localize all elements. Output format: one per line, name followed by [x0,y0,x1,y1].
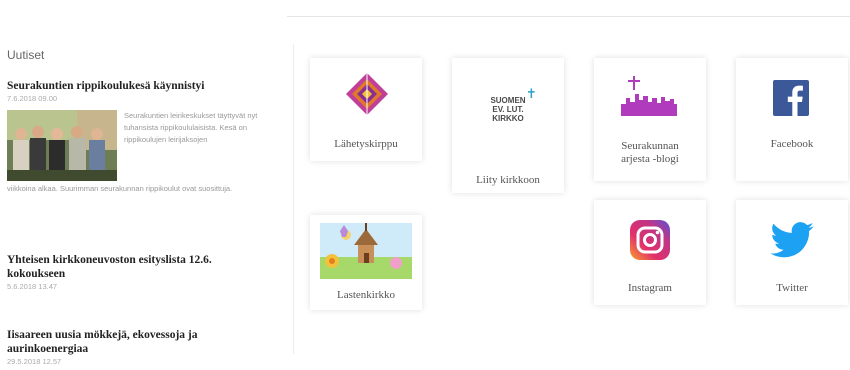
blog-skyline-icon [621,76,677,116]
tile-liity-kirkkoon-label: Liity kirkkoon [476,174,540,186]
kirkko-logo: ✝ SUOMEN EV. LUT. KIRKKO [452,87,564,123]
news-item-excerpt-continued: viikkoina alkaa. Suurimman seurakunnan r… [7,184,233,193]
tile-blogi-label-line: arjesta -blogi [621,153,679,165]
facebook-icon [773,80,809,116]
top-divider [287,16,850,17]
tile-liity-kirkkoon[interactable]: ✝ SUOMEN EV. LUT. KIRKKO Liity kirkkoon [452,58,564,193]
tile-twitter[interactable]: Twitter [736,200,848,305]
tile-facebook-label: Facebook [770,138,814,150]
twitter-icon [770,222,814,258]
news-item-title[interactable]: Seurakuntien rippikoulukesä käynnistyi [7,79,277,93]
news-item-date: 7.6.2018 09.00 [7,94,58,103]
tile-seurakunnan-blogi[interactable]: Seurakunnan arjesta -blogi [594,58,706,181]
news-section: Uutiset Seurakuntien rippikoulukesä käyn… [7,48,277,366]
lastenkirkko-drawing-icon [320,223,412,279]
tile-instagram[interactable]: Instagram [594,200,706,305]
news-item-date: 29.5.2018 12.57 [7,357,62,366]
tile-twitter-label: Twitter [776,282,808,294]
news-item-excerpt: Seurakuntien leirikeskukset täyttyvät ny… [124,111,258,144]
news-heading: Uutiset [7,48,45,62]
news-item-title[interactable]: Yhteisen kirkkoneuvoston esityslista 12.… [7,253,272,281]
tile-lahetyskirppu-label: Lähetyskirppu [334,138,398,150]
kirkko-logo-line: KIRKKO [492,114,524,123]
tile-lastenkirkko-label: Lastenkirkko [336,289,396,301]
tile-lastenkirkko[interactable]: Lastenkirkko [310,215,422,310]
kirkko-logo-line: SUOMEN [490,96,526,105]
kirkko-logo-line: EV. LUT. [492,105,524,114]
tile-instagram-label: Instagram [628,282,672,294]
tile-blogi-label-line: Seurakunnan [621,140,679,152]
news-item-date: 5.6.2018 13.47 [7,282,58,291]
news-item: Iisaareen uusia mökkejä, ekovessoja ja a… [7,328,272,366]
news-item-title[interactable]: Iisaareen uusia mökkejä, ekovessoja ja a… [7,328,272,356]
news-item-photo[interactable] [7,110,117,181]
church-cross-icon: ✝ [526,86,537,101]
news-item: Seurakuntien rippikoulukesä käynnistyi 7… [7,79,277,210]
tile-facebook[interactable]: Facebook [736,58,848,181]
news-item: Yhteisen kirkkoneuvoston esityslista 12.… [7,253,272,291]
tile-lahetyskirppu[interactable]: Lähetyskirppu [310,58,422,161]
tile-seurakunnan-blogi-label: Seurakunnan arjesta -blogi [598,140,702,166]
instagram-icon [630,220,670,260]
lahetys-mosaic-icon [346,73,388,115]
column-divider [293,44,294,354]
